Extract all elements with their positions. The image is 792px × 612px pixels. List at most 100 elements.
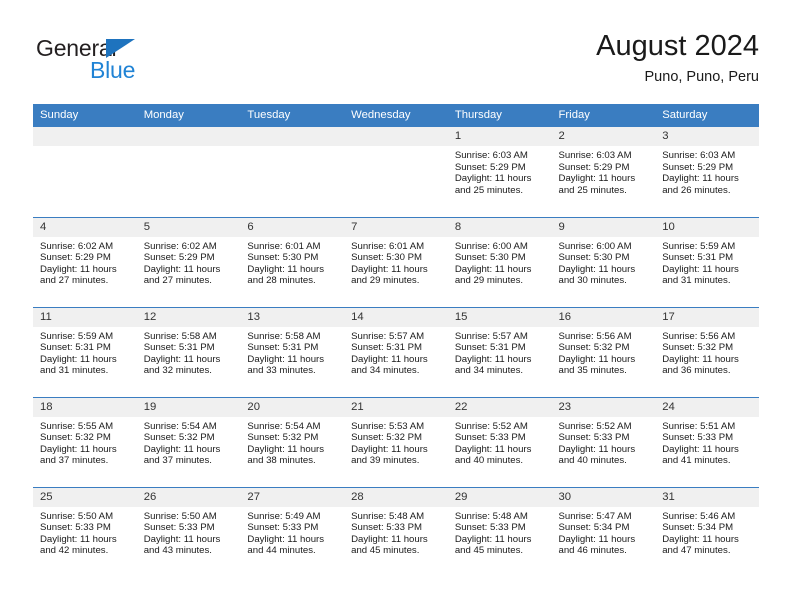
sunset-text: Sunset: 5:31 PM [454,342,526,354]
weekday-header-tuesday: Tuesday [247,109,291,121]
day-number: 7 [344,217,448,237]
daylight-text: Daylight: 11 hours and 47 minutes. [662,533,739,557]
day-cell[interactable]: 14 Sunrise: 5:57 AM Sunset: 5:31 PM Dayl… [344,307,448,397]
day-number: 30 [551,487,656,507]
day-info: Sunrise: 5:47 AM Sunset: 5:34 PM Dayligh… [552,507,656,557]
day-info: Sunrise: 5:58 AM Sunset: 5:31 PM Dayligh… [240,327,344,377]
day-cell[interactable]: 17 Sunrise: 5:56 AM Sunset: 5:32 PM Dayl… [655,307,759,397]
calendar-week-row: 4 Sunrise: 6:02 AM Sunset: 5:29 PM Dayli… [33,217,759,307]
sunset-text: Sunset: 5:29 PM [143,252,215,264]
sunrise-text: Sunrise: 5:57 AM [351,330,425,342]
day-cell[interactable]: 21 Sunrise: 5:53 AM Sunset: 5:32 PM Dayl… [344,397,448,487]
sunrise-text: Sunrise: 5:46 AM [662,510,736,522]
daylight-text: Daylight: 11 hours and 44 minutes. [247,533,325,557]
day-cell[interactable]: 10 Sunrise: 5:59 AM Sunset: 5:31 PM Dayl… [655,217,759,307]
day-cell[interactable]: 1 Sunrise: 6:03 AM Sunset: 5:29 PM Dayli… [447,127,552,217]
day-number: 11 [33,307,137,327]
sunset-text: Sunset: 5:30 PM [351,252,423,264]
day-number: 2 [551,127,656,146]
sunrise-text: Sunrise: 5:49 AM [247,510,321,522]
day-cell[interactable]: 19 Sunrise: 5:54 AM Sunset: 5:32 PM Dayl… [136,397,241,487]
day-cell[interactable]: 26 Sunrise: 5:50 AM Sunset: 5:33 PM Dayl… [136,487,241,577]
day-cell[interactable]: 24 Sunrise: 5:51 AM Sunset: 5:33 PM Dayl… [655,397,759,487]
day-cell[interactable]: 2 Sunrise: 6:03 AM Sunset: 5:29 PM Dayli… [551,127,656,217]
daylight-text: Daylight: 11 hours and 43 minutes. [143,533,221,557]
day-cell[interactable]: 6 Sunrise: 6:01 AM Sunset: 5:30 PM Dayli… [240,217,345,307]
day-cell-empty [344,127,448,217]
calendar-week-row: 11 Sunrise: 5:59 AM Sunset: 5:31 PM Dayl… [33,307,759,397]
day-cell[interactable]: 4 Sunrise: 6:02 AM Sunset: 5:29 PM Dayli… [33,217,137,307]
day-cell[interactable]: 30 Sunrise: 5:47 AM Sunset: 5:34 PM Dayl… [551,487,656,577]
sunrise-text: Sunrise: 5:55 AM [40,420,114,432]
day-cell[interactable]: 28 Sunrise: 5:48 AM Sunset: 5:33 PM Dayl… [344,487,448,577]
sunset-text: Sunset: 5:32 PM [143,432,215,444]
day-number: 6 [240,217,345,237]
sunset-text: Sunset: 5:32 PM [247,432,319,444]
generalblue-logo[interactable]: General Blue [33,35,253,93]
day-number: 12 [136,307,241,327]
day-info: Sunrise: 5:52 AM Sunset: 5:33 PM Dayligh… [552,417,656,467]
day-info: Sunrise: 5:54 AM Sunset: 5:32 PM Dayligh… [240,417,344,467]
sunset-text: Sunset: 5:33 PM [662,432,734,444]
sunset-text: Sunset: 5:33 PM [247,522,319,534]
day-cell[interactable]: 22 Sunrise: 5:52 AM Sunset: 5:33 PM Dayl… [447,397,552,487]
daylight-text: Daylight: 11 hours and 31 minutes. [662,263,739,287]
day-cell[interactable]: 18 Sunrise: 5:55 AM Sunset: 5:32 PM Dayl… [33,397,137,487]
day-info: Sunrise: 5:54 AM Sunset: 5:32 PM Dayligh… [137,417,241,467]
day-cell[interactable]: 5 Sunrise: 6:02 AM Sunset: 5:29 PM Dayli… [136,217,241,307]
logo-triangle-icon [106,39,135,58]
day-cell[interactable]: 27 Sunrise: 5:49 AM Sunset: 5:33 PM Dayl… [240,487,345,577]
daylight-text: Daylight: 11 hours and 28 minutes. [247,263,325,287]
day-number: 28 [344,487,448,507]
day-cell[interactable]: 15 Sunrise: 5:57 AM Sunset: 5:31 PM Dayl… [447,307,552,397]
weekday-header-saturday: Saturday [662,109,708,121]
page-subtitle-location: Puno, Puno, Peru [644,69,759,85]
day-info [137,146,241,150]
day-cell[interactable]: 29 Sunrise: 5:48 AM Sunset: 5:33 PM Dayl… [447,487,552,577]
day-number: 18 [33,397,137,417]
day-number: 3 [655,127,759,146]
day-cell[interactable]: 31 Sunrise: 5:46 AM Sunset: 5:34 PM Dayl… [655,487,759,577]
sunset-text: Sunset: 5:31 PM [40,342,111,354]
sunset-text: Sunset: 5:30 PM [558,252,630,264]
sunset-text: Sunset: 5:32 PM [558,342,630,354]
day-cell[interactable]: 13 Sunrise: 5:58 AM Sunset: 5:31 PM Dayl… [240,307,345,397]
calendar-week-row: 25 Sunrise: 5:50 AM Sunset: 5:33 PM Dayl… [33,487,759,577]
day-cell[interactable]: 8 Sunrise: 6:00 AM Sunset: 5:30 PM Dayli… [447,217,552,307]
day-cell[interactable]: 7 Sunrise: 6:01 AM Sunset: 5:30 PM Dayli… [344,217,448,307]
day-cell[interactable]: 25 Sunrise: 5:50 AM Sunset: 5:33 PM Dayl… [33,487,137,577]
day-number: 31 [655,487,759,507]
calendar-grid: Sunday Monday Tuesday Wednesday Thursday… [33,104,759,577]
daylight-text: Daylight: 11 hours and 33 minutes. [247,353,325,377]
day-info: Sunrise: 5:52 AM Sunset: 5:33 PM Dayligh… [448,417,552,467]
daylight-text: Daylight: 11 hours and 46 minutes. [558,533,636,557]
sunrise-text: Sunrise: 6:03 AM [662,150,736,161]
day-cell-empty [240,127,345,217]
logo-text-blue: Blue [90,57,136,83]
daylight-text: Daylight: 11 hours and 32 minutes. [143,353,221,377]
day-cell[interactable]: 3 Sunrise: 6:03 AM Sunset: 5:29 PM Dayli… [655,127,759,217]
sunrise-text: Sunrise: 5:59 AM [662,240,736,252]
sunrise-text: Sunrise: 5:54 AM [247,420,321,432]
calendar-week-row: 1 Sunrise: 6:03 AM Sunset: 5:29 PM Dayli… [33,127,759,217]
day-cell[interactable]: 16 Sunrise: 5:56 AM Sunset: 5:32 PM Dayl… [551,307,656,397]
sunset-text: Sunset: 5:29 PM [662,161,734,173]
day-info: Sunrise: 6:00 AM Sunset: 5:30 PM Dayligh… [448,237,552,287]
day-number: 26 [136,487,241,507]
sunset-text: Sunset: 5:31 PM [247,342,319,354]
day-cell[interactable]: 9 Sunrise: 6:00 AM Sunset: 5:30 PM Dayli… [551,217,656,307]
day-cell[interactable]: 12 Sunrise: 5:58 AM Sunset: 5:31 PM Dayl… [136,307,241,397]
daylight-text: Daylight: 11 hours and 25 minutes. [454,173,532,196]
day-cell[interactable]: 23 Sunrise: 5:52 AM Sunset: 5:33 PM Dayl… [551,397,656,487]
sunrise-text: Sunrise: 5:58 AM [143,330,217,342]
sunset-text: Sunset: 5:30 PM [247,252,319,264]
day-info: Sunrise: 5:56 AM Sunset: 5:32 PM Dayligh… [655,327,759,377]
day-cell[interactable]: 20 Sunrise: 5:54 AM Sunset: 5:32 PM Dayl… [240,397,345,487]
day-cell[interactable]: 11 Sunrise: 5:59 AM Sunset: 5:31 PM Dayl… [33,307,137,397]
day-number [33,127,137,146]
day-info: Sunrise: 6:01 AM Sunset: 5:30 PM Dayligh… [240,237,344,287]
day-number: 27 [240,487,345,507]
day-info: Sunrise: 5:56 AM Sunset: 5:32 PM Dayligh… [552,327,656,377]
sunset-text: Sunset: 5:31 PM [351,342,423,354]
sunset-text: Sunset: 5:31 PM [662,252,734,264]
